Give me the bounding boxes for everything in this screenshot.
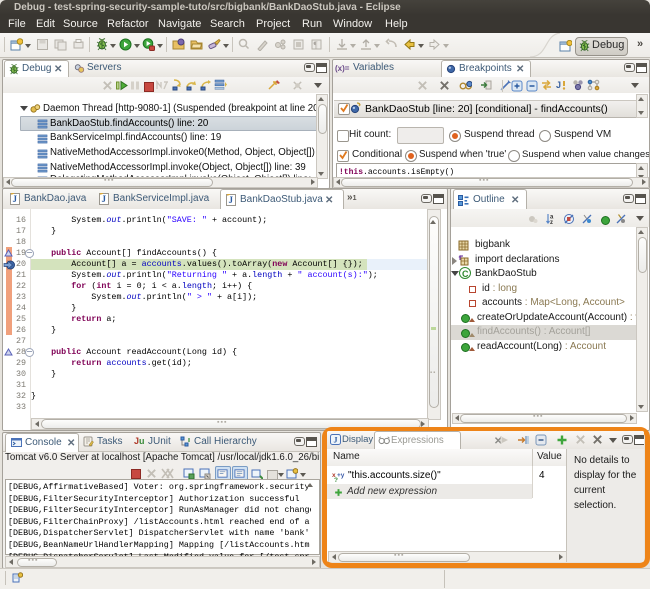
svg-text:J: J	[102, 194, 107, 204]
svg-text:?: ?	[334, 477, 338, 482]
svg-text:z: z	[550, 220, 553, 225]
svg-text:+y: +y	[337, 472, 345, 479]
svg-text:J: J	[556, 80, 561, 90]
svg-text:J: J	[13, 194, 18, 204]
svg-text:¶: ¶	[314, 40, 318, 50]
svg-text:J: J	[229, 195, 234, 205]
svg-text:J: J	[334, 436, 338, 445]
